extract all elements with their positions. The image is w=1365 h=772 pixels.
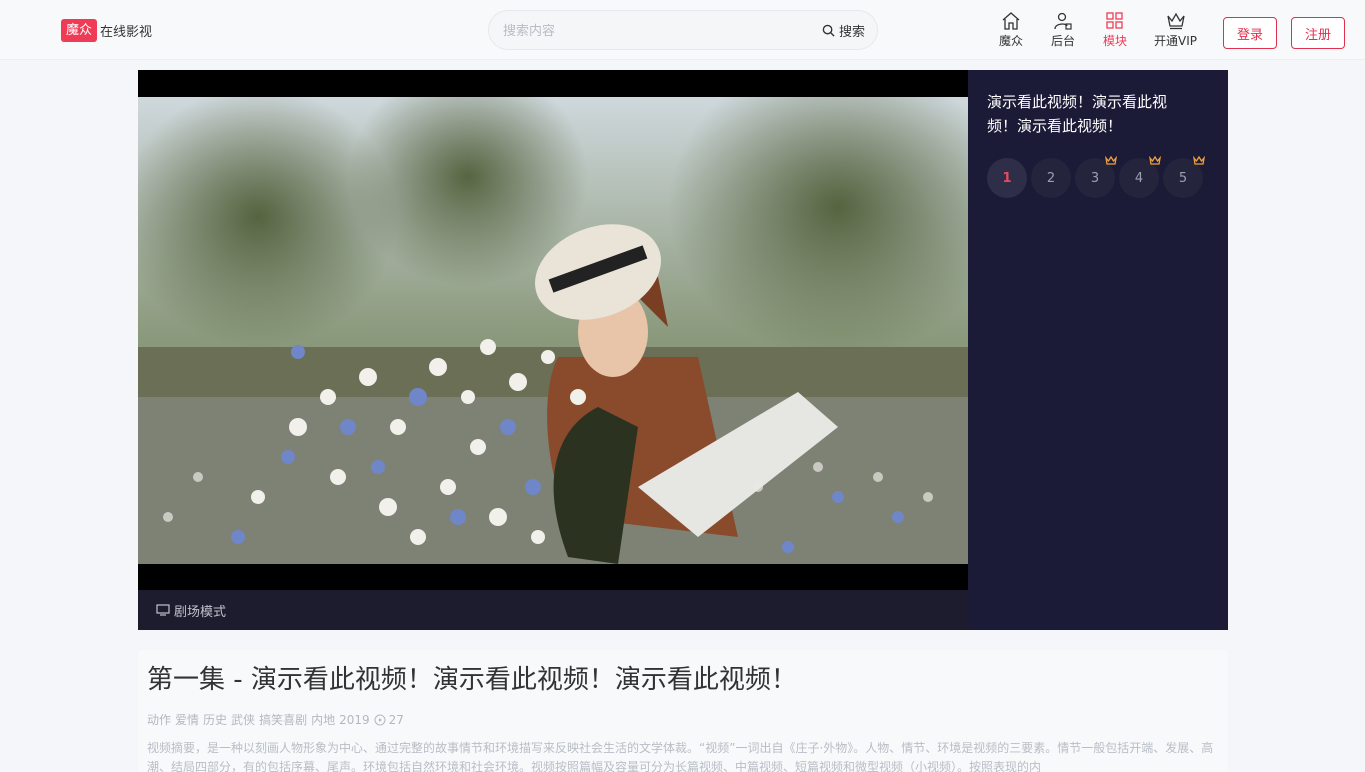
episode-button-3[interactable]: 3 [1075,156,1117,198]
register-button[interactable]: 注册 [1291,17,1345,49]
episode-list: 1 2 3 4 5 [987,156,1207,198]
crown-icon [1166,12,1185,30]
nav-home[interactable]: 魔众 [999,12,1023,48]
search-button[interactable]: 搜索 [822,21,865,40]
episode-button-5[interactable]: 5 [1163,156,1205,198]
theater-mode-button[interactable]: 剧场模式 [138,590,968,630]
search-input[interactable] [503,20,803,42]
vip-crown-icon [1105,156,1117,165]
user-admin-icon [1054,12,1072,30]
nav-vip[interactable]: 开通VIP [1154,12,1197,48]
logo-text: 在线影视 [100,25,153,40]
tag[interactable]: 爱情 [175,711,199,728]
episode-number: 3 [1090,170,1100,186]
episode-button-1[interactable]: 1 [987,158,1027,198]
year: 2019 [339,712,370,727]
vip-crown-icon [1149,156,1161,165]
episode-button-2[interactable]: 2 [1031,158,1071,198]
nav-modules[interactable]: 模块 [1103,12,1127,48]
video-title: 第一集 - 演示看此视频！演示看此视频！演示看此视频！ [147,665,797,695]
tag[interactable]: 武侠 [231,711,255,728]
vip-crown-icon [1193,156,1205,165]
top-header: 魔众 在线影视 搜索 魔众 后台 模块 开通VIP 登录 注册 [0,0,1365,60]
region: 内地 [311,713,336,727]
video-info-panel: 第一集 - 演示看此视频！演示看此视频！演示看此视频！ 动作 爱情 历史 武侠 … [138,650,1228,772]
search-box: 搜索 [488,10,878,50]
video-player[interactable] [138,70,968,590]
grid-icon [1106,12,1123,29]
logo-badge: 魔众 [61,19,98,42]
search-icon [822,24,835,37]
video-meta: 动作 爱情 历史 武侠 搞笑喜剧 内地 2019 27 [147,711,408,728]
tag[interactable]: 历史 [203,711,227,728]
video-frame[interactable] [138,97,968,564]
video-player-area: 剧场模式 演示看此视频！演示看此视频！演示看此视频！ 1 2 3 4 5 [138,70,1228,630]
theater-mode-label: 剧场模式 [174,604,227,620]
nav-home-label: 魔众 [999,34,1024,48]
nav-admin-label: 后台 [1051,34,1076,48]
monitor-icon [156,604,170,616]
search-button-label: 搜索 [838,25,865,40]
video-description: 视频摘要，是一种以刻画人物形象为中心、通过完整的故事情节和环境描写来反映社会生活… [147,741,1214,772]
tag[interactable]: 搞笑喜剧 [259,711,307,728]
sidebar-title: 演示看此视频！演示看此视频！演示看此视频！ [987,93,1168,135]
play-count-icon [374,714,386,725]
tag[interactable]: 动作 [147,711,171,728]
episode-button-4[interactable]: 4 [1119,156,1161,198]
episode-sidebar: 演示看此视频！演示看此视频！演示看此视频！ 1 2 3 4 5 [968,70,1228,630]
play-count: 27 [388,712,404,727]
login-button[interactable]: 登录 [1223,17,1277,49]
episode-number: 5 [1178,170,1188,186]
nav-admin[interactable]: 后台 [1051,12,1075,48]
home-icon [1002,12,1020,30]
video-still-image [138,97,968,564]
nav-vip-label: 开通VIP [1154,34,1197,48]
site-logo[interactable]: 魔众 在线影视 [61,19,152,42]
nav-modules-label: 模块 [1103,34,1128,48]
episode-number: 2 [1046,170,1056,186]
episode-number: 1 [1002,170,1012,186]
episode-number: 4 [1134,170,1144,186]
